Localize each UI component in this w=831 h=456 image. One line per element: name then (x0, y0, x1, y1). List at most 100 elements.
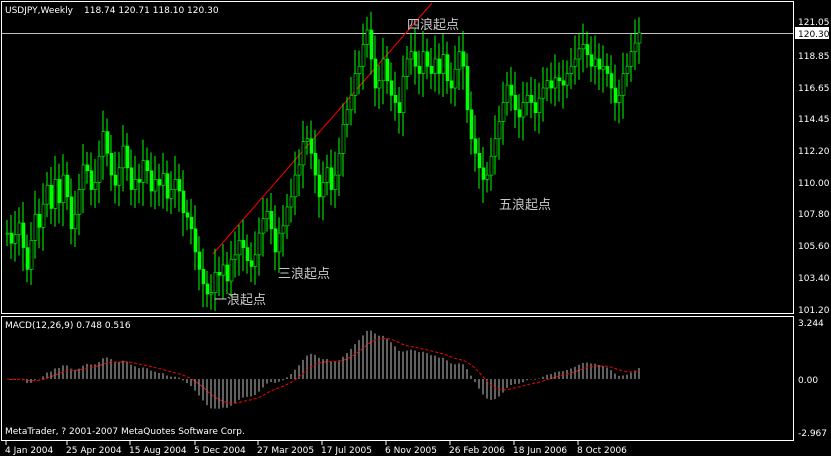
price-tick-label: 110.00 (798, 179, 830, 189)
candle-body (397, 102, 402, 113)
x-axis-label: 18 Jun 2006 (513, 446, 567, 456)
candle-body (185, 212, 190, 218)
wave-one-label: 一浪起点 (214, 293, 266, 308)
candle-body (581, 44, 586, 50)
ohlc-values: 118.74 120.71 118.10 120.30 (84, 6, 219, 16)
metatrader-chart-window[interactable]: USDJPY,Weekly 118.74 120.71 118.10 120.3… (0, 0, 831, 456)
candle-body (365, 29, 370, 45)
candle-body (145, 160, 150, 172)
candle-body (53, 179, 58, 209)
candle-body (617, 94, 622, 103)
macd-label: MACD(12,26,9) 0.748 0.516 (5, 321, 131, 331)
chart-canvas[interactable]: USDJPY,Weekly 118.74 120.71 118.10 120.3… (0, 0, 831, 456)
candle-body (341, 123, 346, 154)
candle-body (109, 153, 114, 176)
candle-body (609, 73, 614, 89)
candle-body (133, 179, 138, 190)
candle-body (601, 65, 606, 70)
price-tick-label: 101.20 (798, 306, 830, 316)
candle-body (481, 167, 486, 180)
candle-body (157, 179, 162, 186)
candle-body (533, 102, 538, 113)
candle-body (357, 65, 362, 74)
candle-body (233, 254, 238, 260)
candle-body (425, 51, 430, 67)
candle-body (189, 216, 194, 230)
candle-body (101, 131, 106, 157)
candle-body (537, 97, 542, 113)
candle-body (305, 138, 310, 142)
candle-body (221, 264, 226, 276)
candle-body (441, 54, 446, 74)
candle-body (401, 76, 406, 113)
candle-body (261, 218, 266, 234)
candle-body (293, 174, 298, 198)
candle-body (445, 54, 450, 82)
candle-body (85, 164, 90, 172)
candle-body (501, 102, 506, 122)
macd-tick-label: 0.00 (798, 376, 818, 386)
candle-body (597, 58, 602, 70)
candle-body (113, 174, 118, 186)
candle-body (613, 87, 618, 103)
candle-body (213, 271, 218, 293)
candle-body (181, 190, 186, 214)
candle-body (197, 251, 202, 270)
candle-body (509, 84, 514, 96)
candle-body (361, 44, 366, 67)
candle-body (29, 240, 34, 270)
macd-histogram (10, 330, 640, 409)
candles-group (5, 11, 642, 311)
x-axis-label: 8 Oct 2006 (577, 446, 627, 456)
candle-body (485, 174, 490, 180)
x-axis-label: 6 Nov 2005 (385, 446, 437, 456)
candle-body (409, 51, 414, 60)
wave-three-label: 三浪起点 (278, 267, 330, 282)
candle-body (625, 65, 630, 74)
price-tick-label: 118.85 (798, 52, 830, 62)
x-axis-label: 5 Dec 2004 (194, 446, 246, 456)
candle-body (589, 54, 594, 67)
candle-body (297, 164, 302, 176)
candle-body (465, 65, 470, 111)
candle-body (169, 189, 174, 199)
candle-body (77, 189, 82, 215)
candle-body (285, 206, 290, 227)
macd-tick-label: -2.967 (798, 429, 827, 439)
candle-body (257, 232, 262, 256)
candle-body (389, 80, 394, 96)
candle-body (569, 65, 574, 74)
candle-body (385, 58, 390, 82)
candle-body (73, 213, 78, 230)
candle-body (529, 94, 534, 103)
macd-panel-frame (1, 316, 794, 441)
candle-body (561, 80, 566, 86)
candle-body (329, 167, 334, 190)
candle-body (93, 182, 98, 190)
candle-body (489, 155, 494, 176)
candle-body (241, 240, 246, 248)
candle-body (541, 87, 546, 99)
candle-body (557, 77, 562, 82)
candle-body (449, 80, 454, 89)
candle-body (209, 292, 214, 295)
candle-body (517, 109, 522, 118)
candle-body (429, 65, 434, 74)
candle-body (377, 80, 382, 89)
candle-body (637, 32, 642, 44)
price-tick-label: 105.60 (798, 242, 830, 252)
candle-body (493, 138, 498, 157)
current-price-label: 120.30 (798, 30, 830, 40)
candle-body (105, 131, 110, 154)
candle-body (61, 174, 66, 203)
price-tick-label: 107.80 (798, 210, 830, 220)
candle-body (317, 174, 322, 198)
candle-body (281, 225, 286, 234)
candle-body (177, 179, 182, 192)
candle-body (57, 179, 62, 203)
candle-body (121, 145, 126, 169)
candle-body (525, 94, 530, 103)
candle-body (437, 58, 442, 74)
candle-body (161, 173, 166, 186)
candle-body (269, 211, 274, 230)
